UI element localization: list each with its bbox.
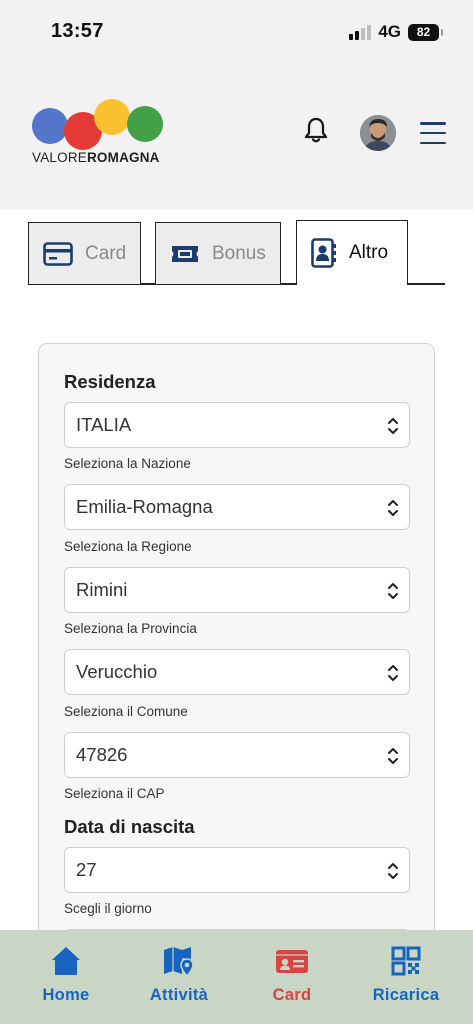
nav-home-label: Home: [42, 986, 90, 1004]
logo-word-romagna: ROMAGNA: [86, 150, 160, 165]
status-time: 13:57: [51, 20, 104, 42]
nazione-hint: Seleziona la Nazione: [64, 456, 191, 471]
chevron-updown-icon: [388, 665, 398, 681]
status-indicators: 4G 82: [349, 22, 443, 42]
tab-altro-label: Altro: [349, 242, 389, 263]
nazione-value: ITALIA: [76, 414, 132, 435]
provincia-select[interactable]: Rimini: [64, 567, 410, 613]
map-pin-icon: [164, 947, 194, 978]
chevron-updown-icon: [388, 418, 398, 434]
regione-hint: Seleziona la Regione: [64, 539, 192, 554]
cap-select[interactable]: 47826: [64, 732, 410, 778]
credit-card-icon: [43, 241, 73, 266]
tab-bar: Card Bonus Altro: [0, 220, 473, 286]
hamburger-menu-icon[interactable]: [420, 122, 446, 144]
bottom-nav: Home Attività Card Ricarica: [0, 930, 473, 1024]
battery-level: 82: [416, 25, 431, 39]
nav-ricarica-label: Ricarica: [372, 986, 440, 1004]
chevron-updown-icon: [388, 863, 398, 879]
nav-card-label: Card: [272, 986, 312, 1004]
tab-altro[interactable]: Altro: [296, 220, 408, 285]
cap-value: 47826: [76, 744, 128, 765]
comune-hint: Seleziona il Comune: [64, 704, 188, 719]
contact-book-icon: [311, 238, 336, 268]
ticket-icon: [172, 245, 198, 262]
battery-icon: 82: [408, 23, 443, 41]
residenza-title: Residenza: [64, 371, 156, 392]
comune-value: Verucchio: [76, 661, 158, 682]
regione-select[interactable]: Emilia-Romagna: [64, 484, 410, 530]
tab-bonus[interactable]: Bonus: [155, 222, 281, 284]
nazione-select[interactable]: ITALIA: [64, 402, 410, 448]
logo-circles: [32, 99, 163, 150]
bell-icon[interactable]: [303, 116, 329, 144]
nav-home[interactable]: Home: [11, 944, 121, 1005]
qr-code-icon: [391, 946, 421, 976]
avatar[interactable]: [360, 115, 396, 151]
comune-select[interactable]: Verucchio: [64, 649, 410, 695]
giorno-select[interactable]: 27: [64, 847, 410, 893]
tab-card[interactable]: Card: [28, 222, 141, 284]
valore-romagna-logo[interactable]: VALOREROMAGNA: [30, 94, 170, 174]
logo-word-valore: VALORE: [32, 150, 87, 165]
cap-hint: Seleziona il CAP: [64, 786, 165, 801]
chevron-updown-icon: [388, 500, 398, 516]
nav-attivita[interactable]: Attività: [124, 944, 234, 1005]
data-nascita-title: Data di nascita: [64, 816, 195, 837]
signal-icon: [349, 24, 372, 40]
status-bar: 13:57 4G 82: [0, 0, 473, 64]
nav-card[interactable]: Card: [237, 944, 347, 1005]
tab-card-label: Card: [85, 242, 127, 264]
nav-ricarica[interactable]: Ricarica: [351, 944, 461, 1005]
provincia-value: Rimini: [76, 579, 128, 600]
network-type: 4G: [378, 22, 401, 41]
provincia-hint: Seleziona la Provincia: [64, 621, 197, 636]
giorno-hint: Scegli il giorno: [64, 901, 152, 916]
chevron-updown-icon: [388, 583, 398, 599]
home-icon: [52, 947, 80, 975]
id-card-icon: [276, 950, 308, 973]
regione-value: Emilia-Romagna: [76, 496, 213, 517]
nav-attivita-label: Attività: [149, 986, 209, 1004]
chevron-updown-icon: [388, 748, 398, 764]
residenza-form-panel: Residenza ITALIA Seleziona la Nazione Em…: [38, 343, 435, 1024]
logo-text: VALOREROMAGNA: [32, 150, 160, 165]
tab-bonus-label: Bonus: [212, 242, 266, 264]
giorno-value: 27: [76, 859, 97, 880]
app-header: VALOREROMAGNA: [0, 64, 473, 210]
